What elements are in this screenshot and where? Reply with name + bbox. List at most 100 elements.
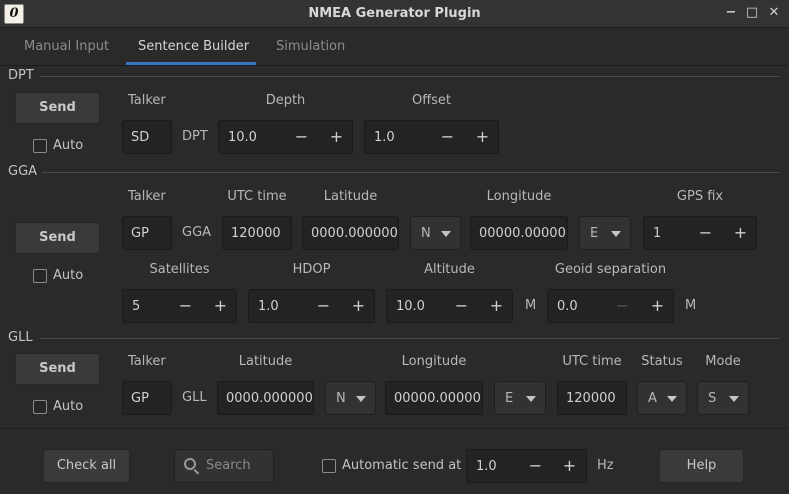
gga-hdop-spinbox[interactable]: 1.0 − + [248, 289, 375, 323]
maximize-button[interactable]: □ [744, 5, 760, 21]
chevron-down-icon [441, 231, 451, 237]
gga-altitude-spinbox[interactable]: 10.0 − + [386, 289, 513, 323]
gll-lon-dir-combo[interactable]: E [494, 381, 546, 415]
tab-divider [0, 65, 789, 66]
gll-auto-checkbox[interactable]: Auto [33, 399, 93, 417]
gga-utc-value: 120000 [231, 226, 281, 241]
gll-sentence-label: GLL [182, 390, 207, 405]
gga-altitude-value: 10.0 [396, 299, 425, 314]
minimize-button[interactable]: − [723, 5, 739, 21]
gga-talker-input[interactable]: GP [122, 216, 172, 250]
increment-button[interactable]: + [203, 290, 238, 322]
search-input[interactable]: Search [174, 449, 274, 483]
send-rate-value: 1.0 [476, 459, 497, 474]
decrement-button[interactable]: − [306, 290, 341, 322]
chevron-down-icon [356, 396, 366, 402]
gga-gps-fix-spinbox[interactable]: 1 − + [643, 216, 757, 250]
dpt-auto-label: Auto [53, 138, 84, 153]
gll-auto-label: Auto [53, 399, 84, 414]
gga-latitude-input[interactable]: 0000.000000 [302, 216, 399, 250]
gga-geoid-unit: M [685, 298, 697, 313]
gll-mode-combo[interactable]: S [697, 381, 749, 415]
decrement-button[interactable]: − [605, 290, 640, 322]
gll-lat-dir-value: N [336, 391, 346, 406]
gga-group-divider [42, 172, 779, 173]
gll-latitude-input[interactable]: 0000.000000 [217, 381, 314, 415]
automatic-send-checkbox[interactable]: Automatic send at [322, 458, 462, 476]
dpt-sentence-label: DPT [182, 129, 208, 144]
gga-auto-label: Auto [53, 268, 84, 283]
gll-status-combo[interactable]: A [637, 381, 687, 415]
increment-button[interactable]: + [640, 290, 675, 322]
dpt-talker-input[interactable]: SD [122, 120, 172, 154]
gll-talker-input[interactable]: GP [122, 381, 172, 415]
checkbox-box[interactable] [33, 269, 47, 283]
dpt-depth-spinbox[interactable]: 10.0 − + [218, 120, 353, 154]
tab-simulation[interactable]: Simulation [276, 39, 345, 54]
decrement-button[interactable]: − [444, 290, 479, 322]
gll-lat-dir-combo[interactable]: N [325, 381, 376, 415]
checkbox-box[interactable] [33, 400, 47, 414]
gll-utc-input[interactable]: 120000 [557, 381, 627, 415]
increment-button[interactable]: + [723, 217, 758, 249]
gga-satellites-spinbox[interactable]: 5 − + [122, 289, 237, 323]
gga-longitude-value: 00000.000000 [479, 226, 565, 241]
gga-utc-label: UTC time [227, 189, 287, 204]
dpt-send-button[interactable]: Send [15, 92, 100, 124]
gga-group-title: GGA [8, 164, 38, 179]
window-title: NMEA Generator Plugin [308, 6, 481, 21]
gga-latitude-value: 0000.000000 [311, 226, 397, 241]
gga-geoid-spinbox[interactable]: 0.0 − + [547, 289, 674, 323]
gga-gps-fix-value: 1 [653, 226, 662, 241]
gga-utc-input[interactable]: 120000 [222, 216, 292, 250]
gga-talker-value: GP [131, 226, 149, 241]
decrement-button[interactable]: − [688, 217, 723, 249]
gga-longitude-input[interactable]: 00000.000000 [470, 216, 568, 250]
gga-auto-checkbox[interactable]: Auto [33, 268, 93, 286]
gga-hdop-label: HDOP [292, 262, 331, 277]
send-rate-unit: Hz [597, 458, 614, 473]
gga-hdop-value: 1.0 [258, 299, 279, 314]
chevron-down-icon [611, 231, 621, 237]
increment-button[interactable]: + [341, 290, 376, 322]
gga-send-button[interactable]: Send [15, 222, 100, 254]
increment-button[interactable]: + [319, 121, 354, 153]
check-all-button[interactable]: Check all [43, 449, 130, 483]
increment-button[interactable]: + [552, 450, 587, 482]
dpt-group-divider [40, 76, 779, 77]
gll-longitude-input[interactable]: 00000.000000 [385, 381, 483, 415]
checkbox-box[interactable] [322, 459, 336, 473]
footer-divider [0, 428, 789, 429]
gll-lon-dir-value: E [505, 391, 514, 406]
chevron-down-icon [729, 396, 739, 402]
help-button[interactable]: Help [659, 449, 744, 483]
gll-talker-value: GP [131, 391, 149, 406]
gll-latitude-value: 0000.000000 [226, 391, 312, 406]
gll-utc-value: 120000 [566, 391, 616, 406]
gga-gps-fix-label: GPS fix [676, 189, 724, 204]
dpt-auto-checkbox[interactable]: Auto [33, 138, 93, 156]
dpt-offset-spinbox[interactable]: 1.0 − + [364, 120, 499, 154]
decrement-button[interactable]: − [430, 121, 465, 153]
close-button[interactable]: ✕ [766, 5, 782, 21]
gll-longitude-value: 00000.000000 [394, 391, 480, 406]
gga-lat-dir-combo[interactable]: N [410, 216, 461, 250]
increment-button[interactable]: + [465, 121, 500, 153]
gga-lon-dir-value: E [590, 226, 599, 241]
decrement-button[interactable]: − [518, 450, 553, 482]
increment-button[interactable]: + [479, 290, 514, 322]
decrement-button[interactable]: − [284, 121, 319, 153]
gga-altitude-unit: M [525, 298, 537, 313]
gll-status-label: Status [641, 354, 683, 369]
gll-send-button[interactable]: Send [15, 353, 100, 385]
gll-group-title: GLL [8, 330, 33, 345]
send-rate-spinbox[interactable]: 1.0 − + [466, 449, 587, 483]
tab-sentence-builder[interactable]: Sentence Builder [138, 39, 249, 54]
gga-satellites-value: 5 [132, 299, 141, 314]
checkbox-box[interactable] [33, 139, 47, 153]
tab-manual-input[interactable]: Manual Input [24, 39, 109, 54]
gga-lon-dir-combo[interactable]: E [579, 216, 631, 250]
decrement-button[interactable]: − [168, 290, 203, 322]
dpt-depth-label: Depth [265, 93, 306, 108]
automatic-send-label: Automatic send at [342, 458, 462, 473]
